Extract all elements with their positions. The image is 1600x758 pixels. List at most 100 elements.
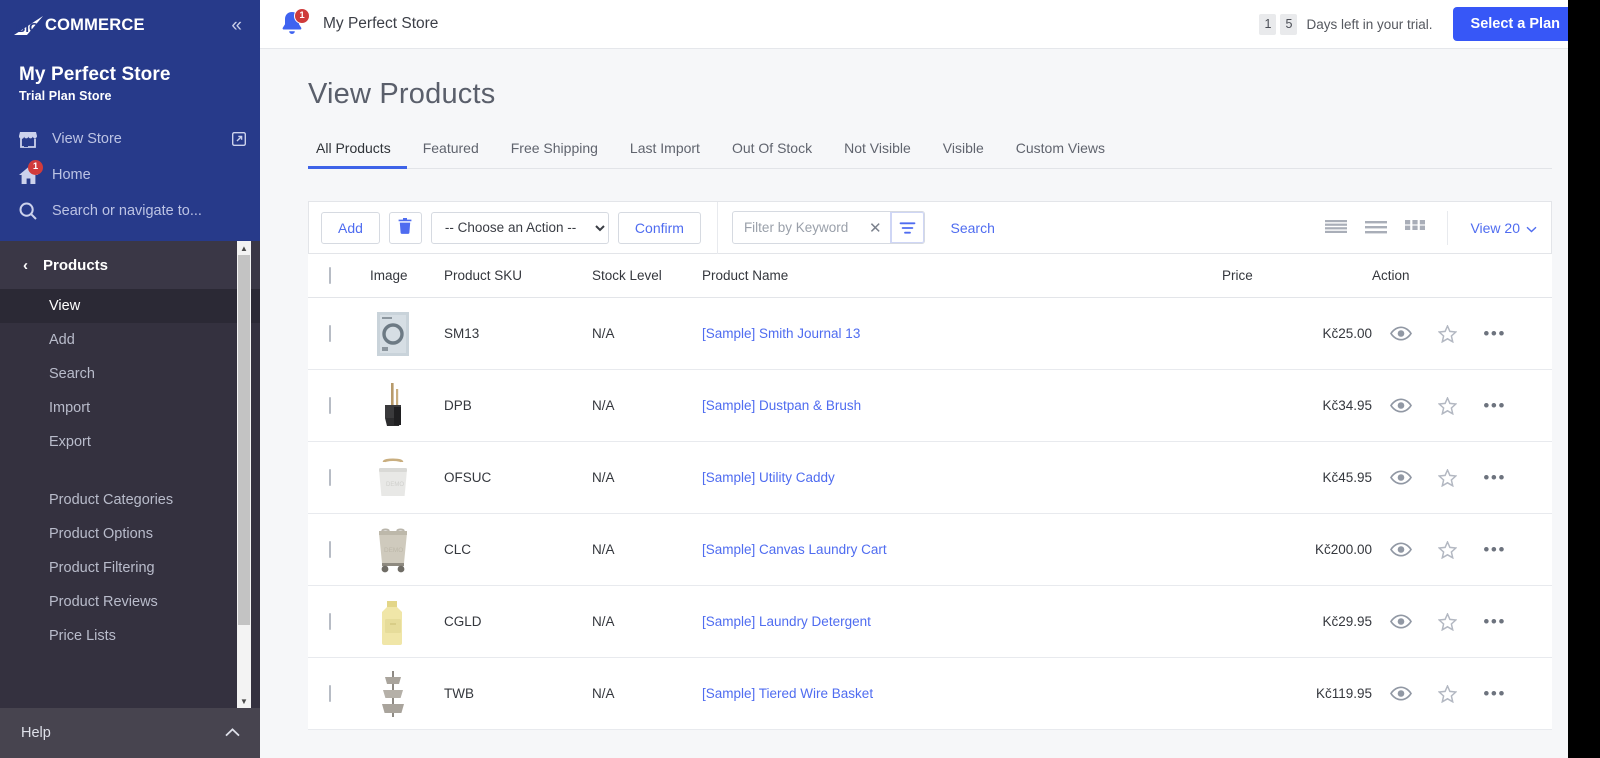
bigcommerce-logo[interactable]: BIG COMMERCE: [14, 14, 145, 36]
select-a-plan-button[interactable]: Select a Plan: [1452, 7, 1578, 41]
ellipsis-icon[interactable]: •••: [1483, 469, 1506, 486]
search-link[interactable]: Search: [951, 220, 995, 236]
product-name-link[interactable]: [Sample] Laundry Detergent: [702, 614, 871, 629]
submenu-header-products[interactable]: ‹ Products: [0, 241, 260, 289]
table-row[interactable]: DEMO OFSUC N/A [Sample] Utility Caddy Kč…: [308, 441, 1552, 514]
sidebar-scroll-track[interactable]: [237, 255, 251, 694]
table-row[interactable]: DPB N/A [Sample] Dustpan & Brush Kč34.95: [308, 369, 1552, 442]
table-row[interactable]: SM13 N/A [Sample] Smith Journal 13 Kč25.…: [308, 297, 1552, 370]
header-product-name[interactable]: Product Name: [702, 253, 1222, 298]
eye-icon[interactable]: [1390, 326, 1413, 341]
tab-last-import[interactable]: Last Import: [614, 140, 716, 168]
trial-days-counter: 1 5: [1259, 13, 1298, 35]
eye-icon[interactable]: [1390, 614, 1413, 629]
journal-thumbnail: [370, 311, 416, 357]
sidebar-item-product-reviews[interactable]: Product Reviews: [0, 585, 260, 619]
star-icon[interactable]: [1438, 612, 1458, 631]
sidebar-item-product-options[interactable]: Product Options: [0, 517, 260, 551]
row-price: Kč45.95: [1222, 441, 1372, 514]
sidebar-search-nav[interactable]: Search or navigate to...: [0, 193, 260, 229]
tab-visible[interactable]: Visible: [927, 140, 1000, 168]
home-icon: 1: [19, 159, 43, 184]
row-checkbox[interactable]: [329, 541, 331, 558]
scroll-up-arrow-icon[interactable]: ▲: [237, 241, 251, 255]
sidebar-help[interactable]: Help: [0, 708, 260, 758]
filter-icon[interactable]: [889, 212, 924, 243]
chevron-up-icon[interactable]: [225, 725, 240, 741]
submenu-divider-gap: [0, 459, 260, 483]
row-stock: N/A: [592, 369, 702, 442]
compact-list-view-icon[interactable]: [1325, 220, 1348, 235]
star-icon[interactable]: [1438, 468, 1458, 487]
tab-free-shipping[interactable]: Free Shipping: [495, 140, 614, 168]
confirm-button[interactable]: Confirm: [617, 211, 701, 244]
scroll-down-arrow-icon[interactable]: ▼: [237, 694, 251, 708]
ellipsis-icon[interactable]: •••: [1483, 541, 1506, 558]
list-view-icon[interactable]: [1365, 221, 1388, 234]
sidebar-collapse-icon[interactable]: «: [227, 14, 244, 37]
delete-button[interactable]: [388, 211, 422, 244]
notification-badge: 1: [294, 8, 310, 24]
row-checkbox[interactable]: [329, 613, 331, 630]
tab-custom-views[interactable]: Custom Views: [1000, 140, 1121, 168]
header-stock-level[interactable]: Stock Level: [592, 253, 702, 298]
sidebar-item-price-lists[interactable]: Price Lists: [0, 619, 260, 653]
star-icon[interactable]: [1438, 324, 1458, 343]
eye-icon[interactable]: [1390, 470, 1413, 485]
notification-bell-button[interactable]: 1: [279, 8, 310, 39]
table-row[interactable]: CGLD N/A [Sample] Laundry Detergent Kč29…: [308, 585, 1552, 658]
sidebar-item-view[interactable]: View: [0, 289, 260, 323]
ellipsis-icon[interactable]: •••: [1483, 685, 1506, 702]
tab-out-of-stock[interactable]: Out Of Stock: [716, 140, 828, 168]
submenu-title: Products: [43, 256, 109, 274]
star-icon[interactable]: [1438, 540, 1458, 559]
eye-icon[interactable]: [1390, 398, 1413, 413]
filter-keyword-input[interactable]: [732, 212, 861, 243]
table-row[interactable]: TWB N/A [Sample] Tiered Wire Basket Kč11…: [308, 657, 1552, 730]
clear-filter-icon[interactable]: ✕: [861, 212, 890, 243]
add-button[interactable]: Add: [321, 211, 380, 244]
product-name-link[interactable]: [Sample] Canvas Laundry Cart: [702, 542, 887, 557]
star-icon[interactable]: [1438, 684, 1458, 703]
sidebar-item-add[interactable]: Add: [0, 323, 260, 357]
ellipsis-icon[interactable]: •••: [1483, 613, 1506, 630]
sidebar-item-home[interactable]: 1 Home: [0, 157, 260, 193]
sidebar-item-import[interactable]: Import: [0, 391, 260, 425]
sidebar-item-view-store[interactable]: View Store: [0, 121, 260, 157]
sidebar-item-export-label: Export: [49, 434, 91, 450]
chevron-left-icon[interactable]: ‹: [23, 257, 28, 274]
row-action-cell: •••: [1372, 657, 1552, 730]
sidebar-scroll-thumb[interactable]: [238, 255, 250, 625]
product-name-link[interactable]: [Sample] Tiered Wire Basket: [702, 686, 873, 701]
grid-view-icon[interactable]: [1405, 220, 1426, 235]
row-checkbox[interactable]: [329, 685, 331, 702]
sidebar-item-search[interactable]: Search: [0, 357, 260, 391]
ellipsis-icon[interactable]: •••: [1483, 397, 1506, 414]
row-checkbox[interactable]: [329, 325, 331, 342]
table-row[interactable]: DEMO CLC N/A [Sample] Canvas Laundry Car…: [308, 513, 1552, 586]
ellipsis-icon[interactable]: •••: [1483, 325, 1506, 342]
view-count-dropdown[interactable]: View 20: [1470, 220, 1537, 236]
eye-icon[interactable]: [1390, 542, 1413, 557]
header-product-sku[interactable]: Product SKU: [444, 253, 592, 298]
sidebar-item-product-filtering[interactable]: Product Filtering: [0, 551, 260, 585]
select-all-checkbox[interactable]: [329, 267, 331, 284]
choose-action-select[interactable]: -- Choose an Action --: [430, 211, 609, 244]
eye-icon[interactable]: [1390, 686, 1413, 701]
header-price[interactable]: Price: [1222, 253, 1372, 298]
sidebar-quick-links: View Store 1 Home Search or navigate to.…: [0, 121, 260, 241]
sidebar-help-label: Help: [21, 725, 51, 741]
star-icon[interactable]: [1438, 396, 1458, 415]
product-name-link[interactable]: [Sample] Dustpan & Brush: [702, 398, 861, 413]
row-checkbox[interactable]: [329, 397, 331, 414]
sidebar-item-product-categories[interactable]: Product Categories: [0, 483, 260, 517]
product-name-link[interactable]: [Sample] Utility Caddy: [702, 470, 835, 485]
sidebar-item-export[interactable]: Export: [0, 425, 260, 459]
row-checkbox[interactable]: [329, 469, 331, 486]
header-image[interactable]: Image: [370, 253, 444, 298]
tab-not-visible[interactable]: Not Visible: [828, 140, 927, 168]
tab-all-products[interactable]: All Products: [308, 140, 407, 169]
tab-featured[interactable]: Featured: [407, 140, 495, 168]
product-name-link[interactable]: [Sample] Smith Journal 13: [702, 326, 860, 341]
sidebar-scrollbar[interactable]: ▲ ▼: [237, 241, 251, 708]
